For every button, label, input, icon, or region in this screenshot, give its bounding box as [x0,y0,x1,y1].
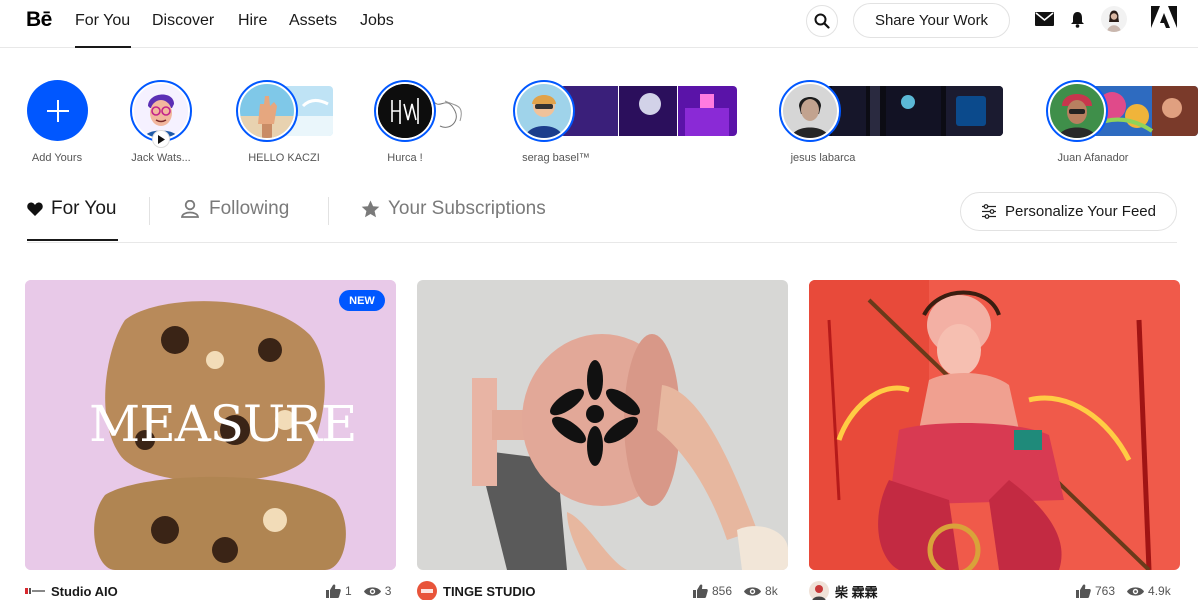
avatar[interactable] [1101,6,1127,32]
story-label-jack: Jack Wats... [131,152,191,164]
tabs-divider [27,242,1177,243]
story-label-add-yours: Add Yours [31,152,83,164]
tab-your-subscriptions[interactable]: Your Subscriptions [361,198,546,220]
nav-assets[interactable]: Assets [289,12,337,30]
story-label-serag: serag basel™ [522,152,590,164]
nav-discover[interactable]: Discover [152,12,214,30]
card-owner-row: Studio AIO [25,582,118,600]
personalize-feed-button[interactable]: Personalize Your Feed [960,192,1177,231]
story-avatar-kaczi[interactable] [236,80,298,142]
card-stats: 1 3 [326,584,391,598]
views-count: 3 [384,584,392,598]
owner-avatar-icon [809,581,829,600]
project-cover-image [809,280,1180,570]
project-card-studio-aio[interactable]: MEASURE [25,280,396,570]
nav-jobs[interactable]: Jobs [360,12,394,30]
adobe-logo[interactable] [1151,6,1177,30]
top-nav: Bē For You Discover Hire Assets Jobs Sha… [0,0,1198,48]
story-label-jesus: jesus labarca [790,152,856,164]
tab-following-label: Following [209,198,290,219]
tab-divider [328,197,329,225]
thumbs-up-icon [693,584,708,598]
add-story-button[interactable] [27,80,88,141]
story-avatar-jesus[interactable] [779,80,841,142]
project-artwork-text: MEASURE [89,395,357,453]
story-thumb-serag[interactable] [560,86,737,136]
nav-for-you[interactable]: For You [75,12,130,30]
views-count: 8k [765,584,778,598]
tab-for-you-label: For You [51,198,117,219]
likes-count: 1 [345,584,352,598]
thumbs-up-icon [1076,584,1091,598]
eye-icon [363,586,381,596]
tab-following[interactable]: Following [181,198,289,220]
card-owner-row: 柴 霖霖 [809,581,878,600]
plus-icon [46,99,69,122]
search-icon [814,13,830,29]
story-label-kaczi: HELLO KACZI [248,152,320,164]
story-label-juan: Juan Afanador [1057,152,1129,164]
nav-active-indicator [75,46,131,48]
project-card-chai[interactable] [809,280,1180,570]
story-label-hurca: Hurca ! [387,152,423,164]
sliders-icon [982,204,997,219]
views-count: 4.9k [1148,584,1171,598]
eye-icon [744,586,762,596]
thumbs-up-icon [326,584,341,598]
tab-divider [149,197,150,225]
owner-logo-icon [417,581,437,600]
person-icon [181,200,199,218]
project-cover-image [417,280,788,570]
star-icon [361,200,380,218]
card-owner-name[interactable]: TINGE STUDIO [443,584,535,599]
story-avatar-hurca[interactable] [374,80,436,142]
likes-count: 763 [1095,584,1116,598]
story-thumb-jesus[interactable] [826,86,1003,136]
likes-count: 856 [712,584,733,598]
card-stats: 763 4.9k [1076,584,1171,598]
eye-icon [1127,586,1145,596]
card-stats: 856 8k [693,584,778,598]
tab-your-subscriptions-label: Your Subscriptions [388,198,546,219]
share-your-work-button[interactable]: Share Your Work [853,3,1010,38]
play-icon[interactable] [152,130,170,148]
owner-logo-icon [25,588,45,594]
bell-icon[interactable] [1068,10,1086,28]
card-owner-name[interactable]: Studio AIO [51,584,118,599]
project-card-tinge-studio[interactable] [417,280,788,570]
new-badge: NEW [339,290,385,311]
search-button[interactable] [806,5,838,37]
card-owner-name[interactable]: 柴 霖霖 [835,582,878,600]
behance-logo[interactable]: Bē [26,8,52,32]
card-owner-row: TINGE STUDIO [417,581,535,600]
tab-active-indicator [27,239,118,241]
personalize-feed-label: Personalize Your Feed [1005,203,1156,220]
mail-icon[interactable] [1034,11,1054,27]
tab-for-you[interactable]: For You [27,198,117,220]
story-avatar-juan[interactable] [1046,80,1108,142]
story-avatar-serag[interactable] [513,80,575,142]
heart-icon [27,202,43,216]
nav-hire[interactable]: Hire [238,12,267,30]
